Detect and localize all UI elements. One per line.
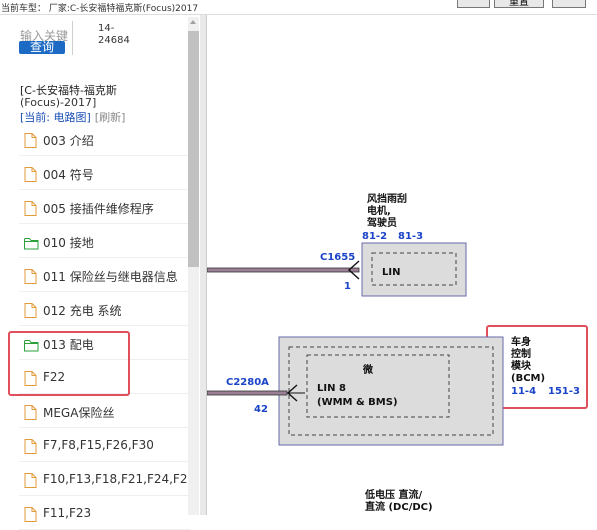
file-icon bbox=[24, 303, 38, 318]
wiper-pin: 1 bbox=[344, 281, 351, 292]
window-title: 当前车型： 厂家:C-长安福特福克斯(Focus)2017 bbox=[1, 4, 199, 14]
tree-item-label: F10,F13,F18,F21,F24,F27 bbox=[43, 472, 196, 486]
dcdc-block: 低电压 直流/ 直流 (DC/DC) bbox=[364, 488, 433, 513]
wire-lin-wiper bbox=[206, 260, 360, 280]
wiper-pin-left: 81-2 bbox=[362, 231, 387, 242]
tree-item[interactable]: F10,F13,F18,F21,F24,F27 bbox=[19, 465, 195, 496]
file-icon bbox=[24, 167, 38, 182]
folder-icon bbox=[24, 235, 39, 250]
bcm-connector: C2280A bbox=[226, 377, 269, 388]
bcm-box bbox=[278, 336, 504, 446]
reset-button[interactable]: 重置 bbox=[494, 0, 544, 8]
tree-item-label: 012 充电 系统 bbox=[43, 304, 122, 318]
toolbar-button-1[interactable] bbox=[457, 0, 490, 8]
tree-item-label: 005 接插件维修程序 bbox=[43, 202, 154, 216]
bcm-pin: 42 bbox=[254, 404, 268, 415]
tree-item[interactable]: F7,F8,F15,F26,F30 bbox=[19, 431, 191, 462]
file-icon bbox=[24, 439, 38, 454]
file-icon bbox=[24, 405, 38, 420]
tree-item-label: F7,F8,F15,F26,F30 bbox=[43, 438, 154, 452]
scrollbar-thumb[interactable] bbox=[188, 31, 199, 267]
wiper-signal: LIN bbox=[382, 267, 400, 278]
file-icon bbox=[24, 473, 38, 488]
bcm-title-1: 车身 bbox=[511, 335, 531, 348]
tree-item-label: 011 保险丝与继电器信息 bbox=[43, 270, 178, 284]
title-bar: 当前车型： 厂家:C-长安福特福克斯(Focus)2017 重置 bbox=[0, 0, 597, 15]
wiper-title-1: 风挡雨刮 bbox=[367, 192, 407, 205]
current-page-label: [当前: 电路图] bbox=[20, 111, 91, 124]
wiring-diagram: 风挡雨刮 电机, 驾驶员 81-2 81-3 LIN C1655 1 微 LIN… bbox=[206, 15, 597, 515]
tree-item-label: MEGA保险丝 bbox=[43, 406, 115, 420]
bcm-title-2: 控制 bbox=[511, 347, 531, 360]
wiper-connector: C1655 bbox=[320, 252, 355, 263]
wiper-pin-right: 81-3 bbox=[398, 231, 423, 242]
file-icon bbox=[24, 133, 38, 148]
vehicle-info: [C-长安福特-福克斯 (Focus)-2017] bbox=[20, 84, 117, 109]
wiper-title-2: 电机, bbox=[367, 204, 391, 217]
dcdc-title-1: 低电压 直流/ bbox=[364, 488, 422, 501]
wiper-motor-block: 风挡雨刮 电机, 驾驶员 81-2 81-3 LIN C1655 1 bbox=[320, 192, 467, 297]
tree-item[interactable]: 003 介绍 bbox=[19, 125, 191, 156]
sidebar: 输入关键 查询 14- 24684 [C-长安福特-福克斯 (Focus)-20… bbox=[0, 15, 200, 530]
bcm-pin-left: 11-4 bbox=[511, 386, 536, 397]
bcm-pin-right: 151-3 bbox=[548, 386, 580, 397]
file-icon bbox=[24, 507, 38, 522]
tree-item-label: F11,F23 bbox=[43, 506, 92, 520]
file-icon bbox=[24, 269, 38, 284]
code-display: 14- 24684 bbox=[98, 23, 130, 46]
sidebar-scrollbar[interactable] bbox=[188, 17, 199, 515]
bcm-signal-1: LIN 8 bbox=[317, 383, 346, 394]
refresh-link[interactable]: [刷新] bbox=[95, 111, 126, 124]
tree-item-label: 003 介绍 bbox=[43, 134, 94, 148]
bcm-block: 微 LIN 8 (WMM & BMS) C2280A 42 车身 控制 模块 (… bbox=[226, 335, 580, 446]
toolbar-button-3[interactable] bbox=[552, 0, 586, 8]
tree-item[interactable]: 010 接地 bbox=[19, 227, 191, 258]
tree-item-label: 010 接地 bbox=[43, 236, 94, 250]
tree-item-label: 004 符号 bbox=[43, 168, 94, 182]
panel-divider[interactable] bbox=[200, 15, 207, 515]
reset-button-label: 重置 bbox=[509, 0, 529, 8]
tree-item[interactable]: 004 符号 bbox=[19, 159, 191, 190]
tree-item[interactable]: 012 充电 系统 bbox=[19, 295, 191, 326]
search-button[interactable]: 查询 bbox=[19, 41, 65, 54]
tree-item[interactable]: MEGA保险丝 bbox=[19, 397, 191, 428]
bcm-title-3: 模块 bbox=[511, 359, 532, 372]
scroll-up-icon[interactable] bbox=[190, 20, 196, 24]
file-icon bbox=[24, 201, 38, 216]
bcm-micro-label: 微 bbox=[362, 363, 374, 376]
bcm-title-4: (BCM) bbox=[511, 373, 545, 384]
tree-item[interactable]: 005 接插件维修程序 bbox=[19, 193, 191, 224]
tree-item[interactable]: 011 保险丝与继电器信息 bbox=[19, 261, 191, 292]
current-page: [当前: 电路图] [刷新] bbox=[20, 109, 125, 125]
bcm-signal-2: (WMM & BMS) bbox=[317, 397, 398, 408]
wiper-title-3: 驾驶员 bbox=[366, 216, 397, 229]
divider bbox=[72, 21, 73, 55]
highlight-box-013 bbox=[8, 331, 130, 396]
wiper-box bbox=[361, 242, 467, 297]
dcdc-title-2: 直流 (DC/DC) bbox=[365, 500, 433, 513]
